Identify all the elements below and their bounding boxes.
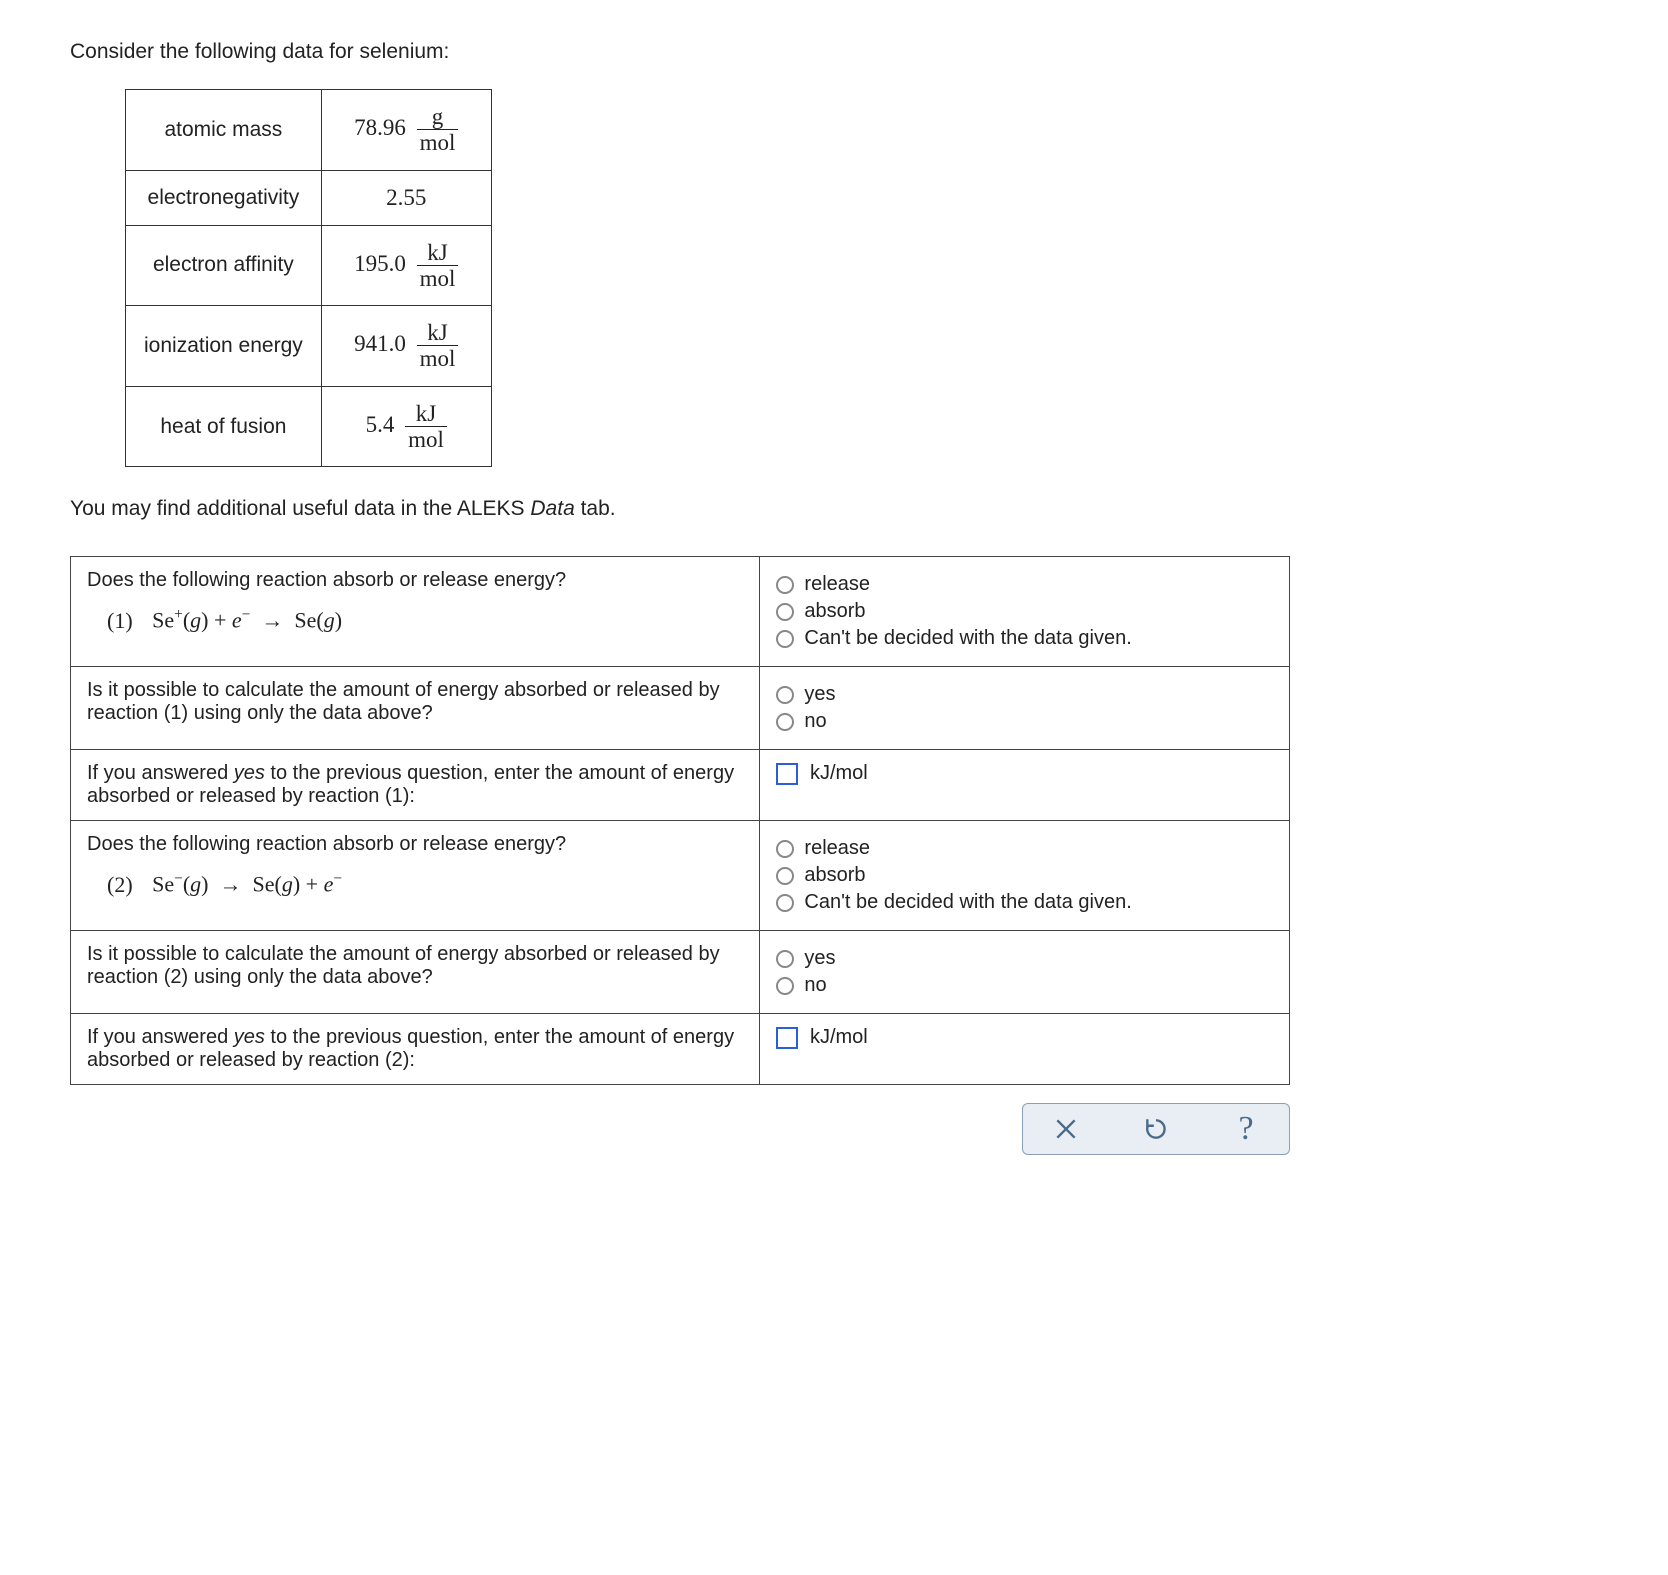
- row-heat-of-fusion-label: heat of fusion: [126, 386, 322, 467]
- help-button[interactable]: ?: [1231, 1114, 1261, 1144]
- row-ionization-energy-value: 941.0 kJmol: [321, 306, 491, 387]
- q4-options: release absorb Can't be decided with the…: [760, 821, 1290, 931]
- q4-release-label: release: [804, 837, 870, 860]
- q1-equation: (1) Se+(g) + e− → Se(g): [87, 606, 743, 633]
- row-electron-affinity-value: 195.0 kJmol: [321, 225, 491, 306]
- clear-button[interactable]: [1051, 1114, 1081, 1144]
- q5-options: yes no: [760, 931, 1290, 1014]
- q1-radio-cant[interactable]: [776, 630, 794, 648]
- intro-text: Consider the following data for selenium…: [70, 40, 1598, 64]
- q1-cant-label: Can't be decided with the data given.: [804, 627, 1131, 650]
- q4-cant-label: Can't be decided with the data given.: [804, 891, 1131, 914]
- q6-prompt: If you answered yes to the previous ques…: [71, 1014, 760, 1085]
- q5-no-label: no: [804, 974, 826, 997]
- q6-answer: kJ/mol: [760, 1014, 1290, 1085]
- q4-absorb-label: absorb: [804, 864, 865, 887]
- q3-unit: kJ/mol: [810, 763, 868, 785]
- q3-input[interactable]: [776, 763, 798, 785]
- q4-radio-cant[interactable]: [776, 894, 794, 912]
- row-electronegativity-label: electronegativity: [126, 170, 322, 225]
- q5-radio-yes[interactable]: [776, 950, 794, 968]
- q2-yes-label: yes: [804, 683, 835, 706]
- q3-answer: kJ/mol: [760, 750, 1290, 821]
- q2-options: yes no: [760, 667, 1290, 750]
- undo-icon: [1143, 1116, 1169, 1142]
- q1-prompt: Does the following reaction absorb or re…: [87, 569, 743, 592]
- row-electron-affinity-label: electron affinity: [126, 225, 322, 306]
- q1-radio-release[interactable]: [776, 576, 794, 594]
- row-atomic-mass-value: 78.96 gmol: [321, 90, 491, 171]
- tool-panel: ?: [1022, 1103, 1290, 1155]
- q5-prompt: Is it possible to calculate the amount o…: [71, 931, 760, 1014]
- q1-cell: Does the following reaction absorb or re…: [71, 557, 760, 667]
- q4-cell: Does the following reaction absorb or re…: [71, 821, 760, 931]
- q3-prompt: If you answered yes to the previous ques…: [71, 750, 760, 821]
- close-icon: [1053, 1116, 1079, 1142]
- q2-prompt: Is it possible to calculate the amount o…: [71, 667, 760, 750]
- q6-input[interactable]: [776, 1027, 798, 1049]
- q1-options: release absorb Can't be decided with the…: [760, 557, 1290, 667]
- q5-yes-label: yes: [804, 947, 835, 970]
- q6-unit: kJ/mol: [810, 1027, 868, 1049]
- q1-absorb-label: absorb: [804, 600, 865, 623]
- q1-release-label: release: [804, 573, 870, 596]
- q4-radio-release[interactable]: [776, 840, 794, 858]
- q2-no-label: no: [804, 710, 826, 733]
- q4-equation: (2) Se−(g) → Se(g) + e−: [87, 870, 743, 897]
- question-table: Does the following reaction absorb or re…: [70, 556, 1290, 1085]
- q4-radio-absorb[interactable]: [776, 867, 794, 885]
- aleks-note: You may find additional useful data in t…: [70, 497, 1598, 521]
- q2-radio-yes[interactable]: [776, 686, 794, 704]
- toolbar: ?: [70, 1103, 1290, 1155]
- q2-radio-no[interactable]: [776, 713, 794, 731]
- row-electronegativity-value: 2.55: [321, 170, 491, 225]
- row-heat-of-fusion-value: 5.4 kJmol: [321, 386, 491, 467]
- row-ionization-energy-label: ionization energy: [126, 306, 322, 387]
- q4-prompt: Does the following reaction absorb or re…: [87, 833, 743, 856]
- row-atomic-mass-label: atomic mass: [126, 90, 322, 171]
- reset-button[interactable]: [1141, 1114, 1171, 1144]
- selenium-data-table: atomic mass 78.96 gmol electronegativity…: [125, 89, 492, 467]
- q5-radio-no[interactable]: [776, 977, 794, 995]
- q1-radio-absorb[interactable]: [776, 603, 794, 621]
- help-icon: ?: [1238, 1110, 1253, 1148]
